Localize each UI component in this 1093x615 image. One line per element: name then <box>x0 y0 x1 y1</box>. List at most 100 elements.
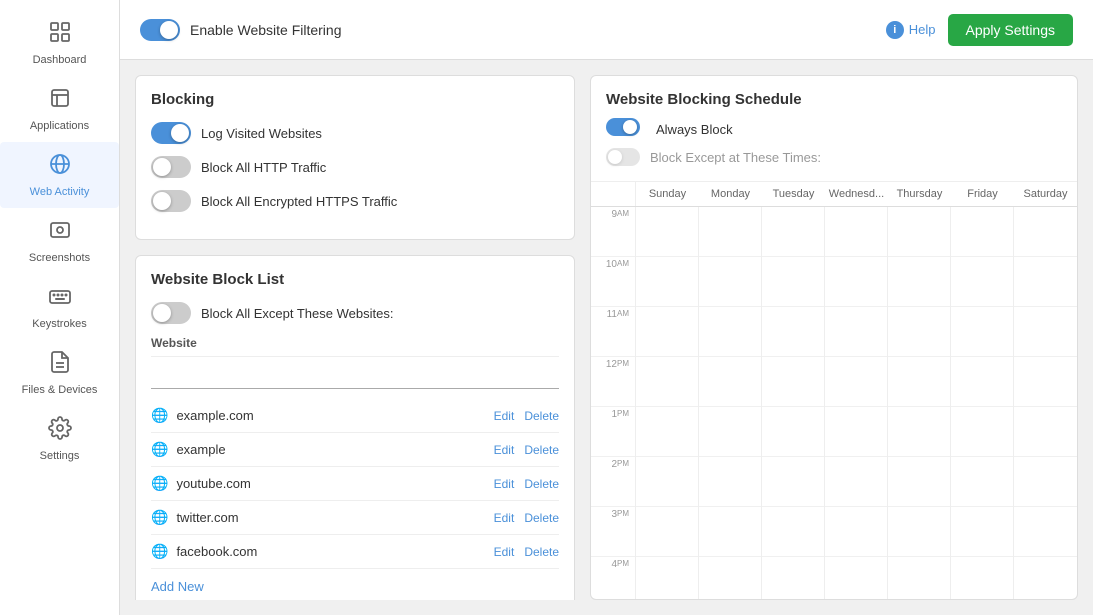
day-cell[interactable] <box>825 257 887 307</box>
block-https-thumb <box>153 192 171 210</box>
day-cell[interactable] <box>1014 557 1077 599</box>
edit-button[interactable]: Edit <box>494 511 515 525</box>
day-cell[interactable] <box>951 357 1013 407</box>
day-cell[interactable] <box>636 307 698 357</box>
log-visited-toggle[interactable] <box>151 122 191 144</box>
sidebar-item-label-settings: Settings <box>40 450 80 462</box>
enable-filtering-toggle[interactable] <box>140 19 180 41</box>
day-cell[interactable] <box>636 557 698 599</box>
day-cell[interactable] <box>888 457 950 507</box>
day-cell[interactable] <box>636 407 698 457</box>
day-cell[interactable] <box>699 307 761 357</box>
day-cell[interactable] <box>825 207 887 257</box>
day-cell[interactable] <box>699 357 761 407</box>
day-cell[interactable] <box>762 457 824 507</box>
toggle-thumb <box>160 21 178 39</box>
day-cell[interactable] <box>1014 357 1077 407</box>
day-cell[interactable] <box>951 207 1013 257</box>
add-new-button[interactable]: Add New <box>151 579 204 594</box>
day-cell[interactable] <box>699 457 761 507</box>
log-visited-track[interactable] <box>151 122 191 144</box>
time-slot-11am: 11AM <box>591 307 635 357</box>
keystrokes-icon <box>48 284 72 314</box>
help-button[interactable]: i Help <box>886 21 936 39</box>
day-cell[interactable] <box>888 407 950 457</box>
day-cell[interactable] <box>636 257 698 307</box>
sidebar-item-web-activity[interactable]: Web Activity <box>0 142 119 208</box>
edit-button[interactable]: Edit <box>494 545 515 559</box>
day-cell[interactable] <box>951 507 1013 557</box>
day-cell[interactable] <box>951 257 1013 307</box>
day-cell[interactable] <box>762 257 824 307</box>
day-cell[interactable] <box>951 307 1013 357</box>
website-actions: Edit Delete <box>494 443 559 457</box>
delete-button[interactable]: Delete <box>524 511 559 525</box>
day-cell[interactable] <box>888 557 950 599</box>
sidebar-item-keystrokes[interactable]: Keystrokes <box>0 274 119 340</box>
day-cell[interactable] <box>1014 257 1077 307</box>
website-input[interactable] <box>151 363 559 389</box>
day-cell[interactable] <box>699 507 761 557</box>
day-cell[interactable] <box>951 557 1013 599</box>
day-cell[interactable] <box>636 207 698 257</box>
day-cell[interactable] <box>762 557 824 599</box>
day-cell[interactable] <box>825 507 887 557</box>
sidebar-item-dashboard[interactable]: Dashboard <box>0 10 119 76</box>
day-cell[interactable] <box>636 457 698 507</box>
day-cell[interactable] <box>762 207 824 257</box>
always-block-track[interactable] <box>606 118 640 136</box>
day-cell[interactable] <box>1014 307 1077 357</box>
day-cell[interactable] <box>762 407 824 457</box>
day-cell[interactable] <box>951 407 1013 457</box>
day-cell[interactable] <box>825 357 887 407</box>
day-cell[interactable] <box>636 357 698 407</box>
day-cell[interactable] <box>699 207 761 257</box>
always-block-toggle[interactable] <box>606 118 646 140</box>
block-all-except-toggle[interactable] <box>151 302 191 324</box>
sidebar-item-applications[interactable]: Applications <box>0 76 119 142</box>
delete-button[interactable]: Delete <box>524 477 559 491</box>
sidebar-item-settings[interactable]: Settings <box>0 406 119 472</box>
edit-button[interactable]: Edit <box>494 443 515 457</box>
block-except-label: Block Except at These Times: <box>650 150 821 165</box>
day-cell[interactable] <box>888 357 950 407</box>
sidebar-item-screenshots[interactable]: Screenshots <box>0 208 119 274</box>
block-all-except-track[interactable] <box>151 302 191 324</box>
block-http-track[interactable] <box>151 156 191 178</box>
toggle-track[interactable] <box>140 19 180 41</box>
block-https-toggle[interactable] <box>151 190 191 212</box>
day-cell[interactable] <box>951 457 1013 507</box>
day-cell[interactable] <box>825 407 887 457</box>
apply-settings-button[interactable]: Apply Settings <box>948 14 1074 46</box>
day-cell[interactable] <box>699 557 761 599</box>
day-cell[interactable] <box>699 407 761 457</box>
day-cell[interactable] <box>1014 207 1077 257</box>
day-cell[interactable] <box>762 307 824 357</box>
delete-button[interactable]: Delete <box>524 443 559 457</box>
day-cell[interactable] <box>636 507 698 557</box>
block-except-thumb <box>608 150 622 164</box>
day-cell[interactable] <box>699 257 761 307</box>
day-cell[interactable] <box>1014 507 1077 557</box>
sidebar-item-files-devices[interactable]: Files & Devices <box>0 340 119 406</box>
delete-button[interactable]: Delete <box>524 545 559 559</box>
block-except-toggle[interactable] <box>606 148 640 166</box>
day-cell[interactable] <box>825 557 887 599</box>
day-cell[interactable] <box>762 507 824 557</box>
day-cell[interactable] <box>888 507 950 557</box>
day-cell[interactable] <box>825 307 887 357</box>
day-cell[interactable] <box>888 257 950 307</box>
always-block-thumb <box>623 120 637 134</box>
day-cell[interactable] <box>825 457 887 507</box>
edit-button[interactable]: Edit <box>494 477 515 491</box>
block-https-track[interactable] <box>151 190 191 212</box>
day-cell[interactable] <box>1014 457 1077 507</box>
day-cell[interactable] <box>888 207 950 257</box>
day-cell[interactable] <box>1014 407 1077 457</box>
day-cell[interactable] <box>762 357 824 407</box>
block-http-toggle[interactable] <box>151 156 191 178</box>
edit-button[interactable]: Edit <box>494 409 515 423</box>
time-slot-12pm: 12PM <box>591 357 635 407</box>
day-cell[interactable] <box>888 307 950 357</box>
delete-button[interactable]: Delete <box>524 409 559 423</box>
